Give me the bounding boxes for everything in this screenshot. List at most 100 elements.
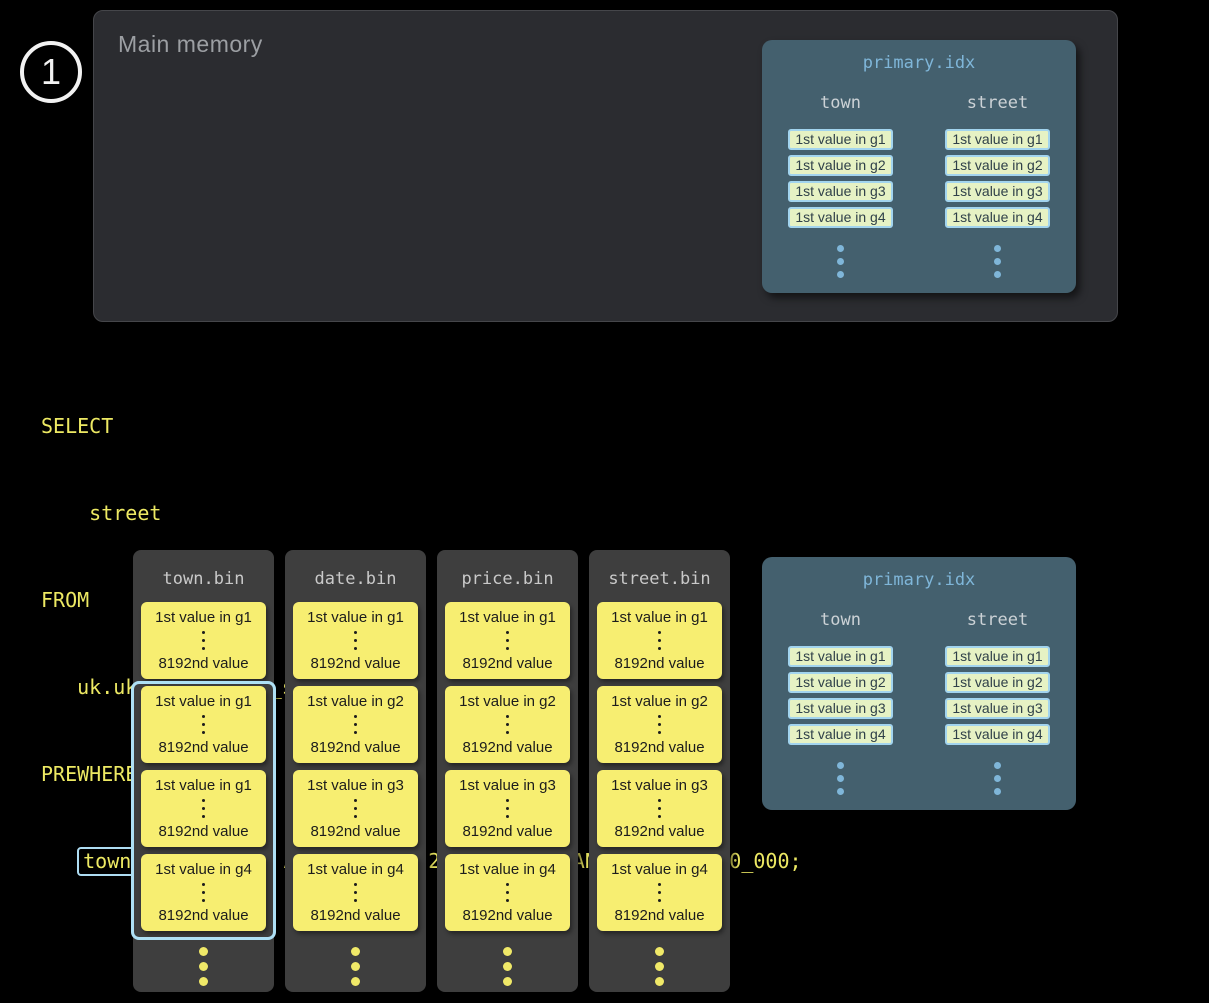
sql-line-street: street [41,499,802,528]
main-memory-panel: Main memory primary.idx town 1st value i… [93,10,1118,322]
index-entry: 1st value in g1 [788,646,892,667]
index-entry: 1st value in g2 [788,155,892,176]
index-entry: 1st value in g4 [945,724,1049,745]
granule-box: 1st value in g1 8192nd value [597,602,722,679]
granule-list: 1st value in g1 8192nd value 1st value i… [589,602,730,931]
primary-index-title: primary.idx [762,40,1076,73]
granule-first-value: 1st value in g1 [155,693,252,710]
index-entry: 1st value in g1 [788,129,892,150]
ellipsis-dots [354,631,357,650]
granule-box: 1st value in g1 8192nd value [293,602,418,679]
granule-first-value: 1st value in g1 [155,777,252,794]
ellipsis-dots [133,947,274,986]
index-column-town: town 1st value in g1 1st value in g2 1st… [762,610,919,795]
granule-first-value: 1st value in g3 [307,777,404,794]
ellipsis-dots [354,715,357,734]
granule-last-value: 8192nd value [462,739,552,756]
granule-box: 1st value in g1 8192nd value [141,602,266,679]
primary-index-columns: town 1st value in g1 1st value in g2 1st… [762,93,1076,278]
ellipsis-dots [354,883,357,902]
granule-last-value: 8192nd value [310,739,400,756]
index-entry: 1st value in g1 [945,129,1049,150]
granule-last-value: 8192nd value [310,655,400,672]
index-entry: 1st value in g3 [788,698,892,719]
granule-box: 1st value in g2 8192nd value [445,686,570,763]
ellipsis-dots [506,883,509,902]
granule-first-value: 1st value in g2 [611,693,708,710]
bin-column-title: date.bin [285,550,426,589]
sql-indent [41,849,77,873]
index-column-street: street 1st value in g1 1st value in g2 1… [919,610,1076,795]
index-column-town: town 1st value in g1 1st value in g2 1st… [762,93,919,278]
granule-box: 1st value in g1 8192nd value [141,686,266,763]
granule-box: 1st value in g3 8192nd value [293,770,418,847]
primary-index-panel-memory: primary.idx town 1st value in g1 1st val… [762,40,1076,293]
granule-last-value: 8192nd value [614,655,704,672]
ellipsis-dots [202,883,205,902]
ellipsis-dots [354,799,357,818]
bin-column-street: street.bin 1st value in g1 8192nd value … [589,550,730,992]
granule-list: 1st value in g1 8192nd value 1st value i… [133,602,274,931]
granule-first-value: 1st value in g1 [611,609,708,626]
ellipsis-dots [202,799,205,818]
index-entry: 1st value in g4 [788,207,892,228]
ellipsis-dots [202,631,205,650]
granule-box: 1st value in g1 8192nd value [141,770,266,847]
granule-box: 1st value in g2 8192nd value [597,686,722,763]
index-entry: 1st value in g1 [945,646,1049,667]
index-column-header: street [967,610,1028,630]
index-column-header: town [820,610,861,630]
ellipsis-dots [658,799,661,818]
granule-last-value: 8192nd value [310,907,400,924]
ellipsis-dots [994,245,1001,278]
granule-box: 1st value in g1 8192nd value [445,602,570,679]
granule-first-value: 1st value in g1 [307,609,404,626]
granule-last-value: 8192nd value [310,823,400,840]
granule-last-value: 8192nd value [614,823,704,840]
granule-last-value: 8192nd value [462,907,552,924]
primary-index-columns: town 1st value in g1 1st value in g2 1st… [762,610,1076,795]
ellipsis-dots [202,715,205,734]
ellipsis-dots [994,762,1001,795]
ellipsis-dots [589,947,730,986]
primary-index-title: primary.idx [762,557,1076,590]
granule-box: 1st value in g4 8192nd value [293,854,418,931]
granule-first-value: 1st value in g2 [307,693,404,710]
primary-index-panel-disk: primary.idx town 1st value in g1 1st val… [762,557,1076,810]
index-entry: 1st value in g2 [788,672,892,693]
granule-box: 1st value in g4 8192nd value [445,854,570,931]
granule-last-value: 8192nd value [158,907,248,924]
granule-box: 1st value in g4 8192nd value [141,854,266,931]
granule-first-value: 1st value in g3 [611,777,708,794]
bin-column-title: street.bin [589,550,730,589]
bin-column-price: price.bin 1st value in g1 8192nd value 1… [437,550,578,992]
granule-box: 1st value in g3 8192nd value [597,770,722,847]
granule-last-value: 8192nd value [462,823,552,840]
granule-last-value: 8192nd value [614,739,704,756]
granule-first-value: 1st value in g4 [155,861,252,878]
granule-last-value: 8192nd value [614,907,704,924]
index-column-header: town [820,93,861,113]
ellipsis-dots [658,883,661,902]
ellipsis-dots [658,715,661,734]
granule-first-value: 1st value in g4 [611,861,708,878]
granule-list: 1st value in g1 8192nd value 1st value i… [437,602,578,931]
granule-box: 1st value in g3 8192nd value [445,770,570,847]
granule-last-value: 8192nd value [462,655,552,672]
index-entry: 1st value in g2 [945,155,1049,176]
ellipsis-dots [437,947,578,986]
granule-first-value: 1st value in g1 [155,609,252,626]
index-column-street: street 1st value in g1 1st value in g2 1… [919,93,1076,278]
ellipsis-dots [658,631,661,650]
bin-column-town: town.bin 1st value in g1 8192nd value 1s… [133,550,274,992]
ellipsis-dots [506,799,509,818]
index-entry: 1st value in g4 [945,207,1049,228]
main-memory-title: Main memory [118,31,263,58]
bin-column-title: town.bin [133,550,274,589]
bin-column-title: price.bin [437,550,578,589]
ellipsis-dots [837,245,844,278]
granule-first-value: 1st value in g3 [459,777,556,794]
granule-list: 1st value in g1 8192nd value 1st value i… [285,602,426,931]
granule-box: 1st value in g4 8192nd value [597,854,722,931]
index-column-header: street [967,93,1028,113]
